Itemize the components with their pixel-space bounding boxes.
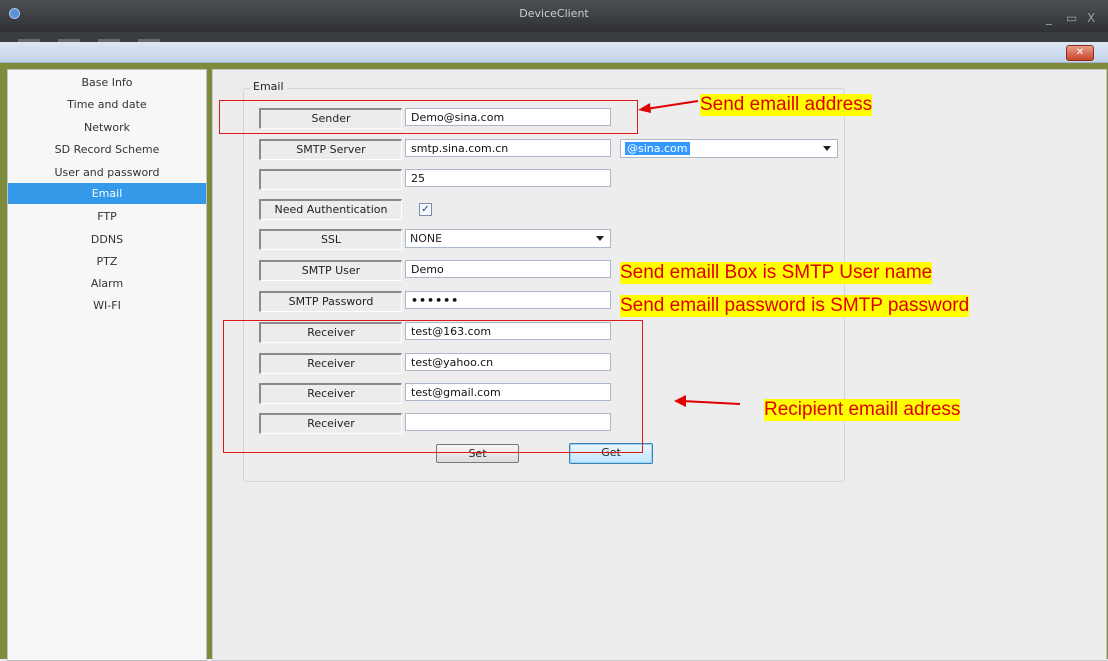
smtp-server-label: SMTP Server (259, 139, 402, 160)
close-panel-button[interactable]: ✕ (1066, 45, 1094, 61)
close-window-button[interactable]: X (1087, 11, 1095, 25)
minimize-button[interactable]: _ (1046, 11, 1052, 25)
ssl-label: SSL (259, 229, 402, 250)
smtp-domain-value: @sina.com (625, 142, 690, 155)
sidebar-item-email[interactable]: Email (8, 183, 206, 204)
sidebar: Base Info Time and date Network SD Recor… (7, 69, 207, 661)
need-authentication-label: Need Authentication (259, 199, 402, 220)
group-title: Email (250, 80, 287, 93)
chevron-down-icon (596, 236, 604, 241)
arrow-to-receivers (674, 395, 741, 407)
receiver-highlight-box (223, 320, 643, 453)
ssl-value: NONE (410, 232, 443, 245)
smtp-domain-select[interactable]: @sina.com (620, 139, 838, 158)
sidebar-item-wi-fi[interactable]: WI-FI (8, 295, 206, 316)
send-address-annotation: Send emaill address (700, 94, 873, 116)
smtp-server-input[interactable]: smtp.sina.com.cn (405, 139, 611, 157)
port-input[interactable]: 25 (405, 169, 611, 187)
sidebar-item-sd-record-scheme[interactable]: SD Record Scheme (8, 139, 206, 160)
title-bar: DeviceClient _ ▭ X (0, 0, 1108, 32)
chevron-down-icon (823, 146, 831, 151)
sender-highlight-box (219, 100, 638, 134)
need-authentication-checkbox[interactable]: ✓ (419, 203, 432, 216)
sidebar-item-base-info[interactable]: Base Info (8, 72, 206, 93)
smtp-password-annotation: Send emaill password is SMTP password (620, 295, 970, 317)
sidebar-item-network[interactable]: Network (8, 117, 206, 138)
sidebar-item-ptz[interactable]: PTZ (8, 251, 206, 272)
ssl-select[interactable]: NONE (405, 229, 611, 248)
sidebar-item-ftp[interactable]: FTP (8, 206, 206, 227)
arrow-to-sender (638, 100, 699, 113)
port-label (259, 169, 402, 190)
recipient-annotation: Recipient emaill adress (764, 399, 961, 421)
smtp-password-input[interactable]: •••••• (405, 291, 611, 309)
smtp-user-label: SMTP User (259, 260, 402, 281)
menu-bar (0, 32, 1108, 42)
window-title: DeviceClient (519, 7, 589, 20)
smtp-user-annotation: Send emaill Box is SMTP User name (620, 262, 933, 284)
smtp-user-input[interactable]: Demo (405, 260, 611, 278)
smtp-password-label: SMTP Password (259, 291, 402, 312)
sidebar-item-ddns[interactable]: DDNS (8, 229, 206, 250)
sidebar-item-user-and-password[interactable]: User and password (8, 162, 206, 183)
sidebar-item-alarm[interactable]: Alarm (8, 273, 206, 294)
toolbar: ✕ (0, 42, 1108, 63)
sidebar-item-time-and-date[interactable]: Time and date (8, 94, 206, 115)
maximize-button[interactable]: ▭ (1066, 11, 1077, 25)
